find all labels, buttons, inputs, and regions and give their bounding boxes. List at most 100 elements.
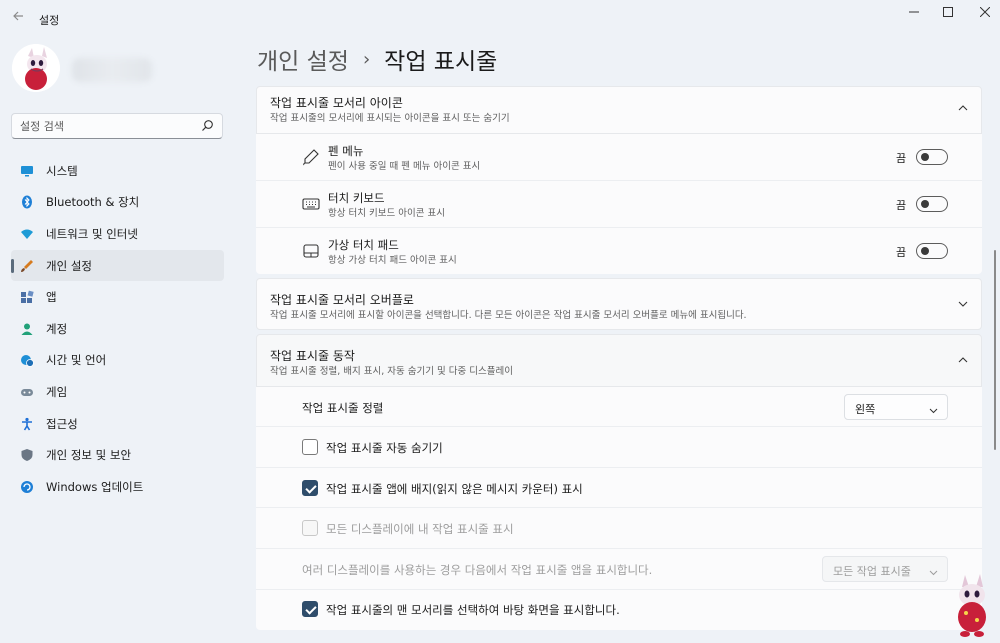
sidebar-item-system[interactable]: 시스템 <box>11 155 224 187</box>
sidebar-item-label: 시간 및 언어 <box>46 353 107 368</box>
sidebar-item-accounts[interactable]: 계정 <box>11 313 224 345</box>
sidebar-item-network[interactable]: 네트워크 및 인터넷 <box>11 218 224 250</box>
sidebar-item-label: 개인 설정 <box>46 258 92 273</box>
sidebar-item-privacy[interactable]: 개인 정보 및 보안 <box>11 439 224 471</box>
sidebar-item-label: 계정 <box>46 321 68 336</box>
profile-name-blurred <box>72 58 152 82</box>
title-bar: 설정 <box>0 0 1000 38</box>
pen-menu-toggle[interactable] <box>916 149 948 165</box>
row-title: 펜 메뉴 <box>328 144 364 158</box>
keyboard-icon <box>302 195 320 213</box>
sidebar-item-time-language[interactable]: 시간 및 언어 <box>11 345 224 377</box>
sidebar-item-label: 개인 정보 및 보안 <box>46 448 132 463</box>
breadcrumb-parent[interactable]: 개인 설정 <box>257 42 349 76</box>
wifi-icon <box>20 227 34 241</box>
sidebar-item-label: 네트워크 및 인터넷 <box>46 226 138 241</box>
section-subtitle: 작업 표시줄의 모서리에 표시되는 아이콘을 표시 또는 숨기기 <box>270 113 510 124</box>
virtual-touchpad-row: 가상 터치 패드 항상 가상 터치 패드 아이콘 표시 끔 <box>256 228 982 274</box>
touch-keyboard-row: 터치 키보드 항상 터치 키보드 아이콘 표시 끔 <box>256 181 982 228</box>
globe-clock-icon <box>20 353 34 368</box>
auto-hide-checkbox[interactable] <box>302 439 318 455</box>
mascot-image <box>950 573 994 639</box>
section-subtitle: 작업 표시줄 모서리에 표시할 아이콘을 선택합니다. 다른 모든 아이콘은 작… <box>270 310 747 321</box>
sidebar-item-personalization[interactable]: 개인 설정 <box>11 249 224 282</box>
sidebar-item-apps[interactable]: 앱 <box>11 281 224 313</box>
monitor-icon <box>20 164 34 178</box>
search-input[interactable] <box>20 118 200 134</box>
toggle-state-label: 끔 <box>896 246 907 259</box>
alignment-label: 작업 표시줄 정렬 <box>302 401 384 415</box>
search-box[interactable] <box>11 113 223 139</box>
section-title: 작업 표시줄 동작 <box>270 349 355 363</box>
sidebar-item-label: 접근성 <box>46 416 78 431</box>
sidebar-item-label: 시스템 <box>46 163 78 178</box>
row-subtitle: 항상 터치 키보드 아이콘 표시 <box>328 208 445 219</box>
badges-row: 작업 표시줄 앱에 배지(읽지 않은 메시지 카운터) 표시 <box>256 468 982 508</box>
chevron-down-icon[interactable] <box>957 298 969 310</box>
minimize-button[interactable] <box>895 4 933 22</box>
all-displays-label: 모든 디스플레이에 내 작업 표시줄 표시 <box>326 522 514 536</box>
toggle-state-label: 끔 <box>896 152 907 165</box>
breadcrumb-separator: › <box>362 48 371 70</box>
search-icon[interactable] <box>201 119 214 132</box>
pen-menu-row: 펜 메뉴 펜이 사용 중일 때 펜 메뉴 아이콘 표시 끔 <box>256 134 982 181</box>
chevron-down-icon <box>929 404 938 414</box>
scrollbar[interactable] <box>994 250 996 450</box>
chevron-up-icon[interactable] <box>957 102 969 114</box>
section-subtitle: 작업 표시줄 정렬, 배지 표시, 자동 숨기기 및 다중 디스플레이 <box>270 366 513 377</box>
shield-icon <box>20 448 34 462</box>
back-arrow-icon[interactable] <box>9 10 27 28</box>
badges-checkbox[interactable] <box>302 480 318 496</box>
sidebar-item-bluetooth[interactable]: Bluetooth & 장치 <box>11 187 224 219</box>
gamepad-icon <box>20 385 34 399</box>
avatar[interactable] <box>12 44 60 92</box>
row-title: 가상 터치 패드 <box>328 238 399 252</box>
multi-display-row: 여러 디스플레이를 사용하는 경우 다음에서 작업 표시줄 앱을 표시합니다. … <box>256 549 982 590</box>
pen-icon <box>302 148 320 166</box>
close-button[interactable] <box>966 4 1000 22</box>
sidebar-item-windows-update[interactable]: Windows 업데이트 <box>11 471 224 503</box>
sidebar-item-label: Bluetooth & 장치 <box>46 195 140 210</box>
desktop-corner-checkbox[interactable] <box>302 601 318 617</box>
all-displays-row: 모든 디스플레이에 내 작업 표시줄 표시 <box>256 508 982 549</box>
sidebar-item-label: 앱 <box>46 290 57 305</box>
alignment-dropdown[interactable]: 왼쪽 <box>844 394 948 420</box>
sidebar-nav: 시스템 Bluetooth & 장치 네트워크 및 인터넷 개인 설정 앱 계정… <box>11 155 224 503</box>
bluetooth-icon <box>20 195 34 209</box>
row-subtitle: 항상 가상 터치 패드 아이콘 표시 <box>328 255 457 266</box>
dropdown-value: 모든 작업 표시줄 <box>833 565 911 578</box>
corner-icons-section-header[interactable]: 작업 표시줄 모서리 아이콘 작업 표시줄의 모서리에 표시되는 아이콘을 표시… <box>256 86 982 134</box>
toggle-state-label: 끔 <box>896 199 907 212</box>
sidebar-item-label: Windows 업데이트 <box>46 479 144 494</box>
section-title: 작업 표시줄 모서리 아이콘 <box>270 96 403 110</box>
all-displays-checkbox[interactable] <box>302 520 318 536</box>
multi-display-dropdown[interactable]: 모든 작업 표시줄 <box>822 556 948 582</box>
dropdown-value: 왼쪽 <box>855 403 876 416</box>
accessibility-icon <box>20 417 34 431</box>
row-subtitle: 펜이 사용 중일 때 펜 메뉴 아이콘 표시 <box>328 161 481 172</box>
virtual-touchpad-toggle[interactable] <box>916 243 948 259</box>
touch-keyboard-toggle[interactable] <box>916 196 948 212</box>
touchpad-icon <box>302 242 320 260</box>
sidebar-item-gaming[interactable]: 게임 <box>11 376 224 408</box>
behavior-section-header[interactable]: 작업 표시줄 동작 작업 표시줄 정렬, 배지 표시, 자동 숨기기 및 다중 … <box>256 334 982 387</box>
badges-label: 작업 표시줄 앱에 배지(읽지 않은 메시지 카운터) 표시 <box>326 482 583 496</box>
person-icon <box>20 322 34 336</box>
brush-icon <box>20 259 34 273</box>
auto-hide-row: 작업 표시줄 자동 숨기기 <box>256 427 982 468</box>
sidebar-item-label: 게임 <box>46 384 68 399</box>
multi-display-label: 여러 디스플레이를 사용하는 경우 다음에서 작업 표시줄 앱을 표시합니다. <box>302 563 653 577</box>
desktop-corner-row: 작업 표시줄의 맨 모서리를 선택하여 바탕 화면을 표시합니다. <box>256 590 982 630</box>
update-icon <box>20 480 34 494</box>
chevron-up-icon[interactable] <box>957 354 969 366</box>
page-title: 작업 표시줄 <box>384 49 498 75</box>
chevron-down-icon <box>929 566 938 576</box>
sidebar-item-accessibility[interactable]: 접근성 <box>11 408 224 440</box>
overflow-section-header[interactable]: 작업 표시줄 모서리 오버플로 작업 표시줄 모서리에 표시할 아이콘을 선택합… <box>256 278 982 330</box>
app-title: 설정 <box>39 14 60 27</box>
taskbar-alignment-row: 작업 표시줄 정렬 왼쪽 <box>256 387 982 427</box>
section-title: 작업 표시줄 모서리 오버플로 <box>270 293 414 307</box>
desktop-corner-label: 작업 표시줄의 맨 모서리를 선택하여 바탕 화면을 표시합니다. <box>326 603 620 617</box>
maximize-button[interactable] <box>929 4 967 22</box>
apps-icon <box>20 290 34 304</box>
